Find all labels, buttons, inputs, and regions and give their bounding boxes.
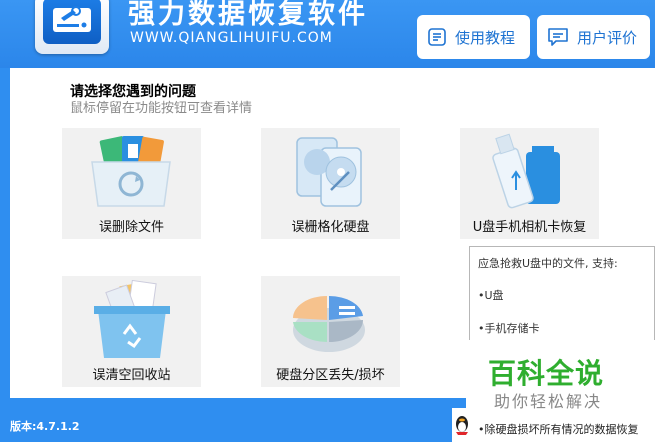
app-url: WWW.QIANGLIHUIFU.COM: [130, 30, 333, 46]
tutorial-label: 使用教程: [455, 28, 516, 47]
version-label: 版本:4.7.1.2: [10, 420, 80, 433]
comment-icon: [548, 28, 568, 46]
card-usb-recovery[interactable]: U盘手机相机卡恢复: [460, 128, 599, 239]
review-label: 用户评价: [577, 28, 638, 47]
prompt-subtitle: 鼠标停留在功能按钮可查看详情: [70, 101, 253, 116]
card-label: 误栅格化硬盘: [291, 220, 370, 235]
review-button[interactable]: 用户评价: [537, 15, 650, 59]
tooltip-item: •手机存储卡: [478, 322, 540, 335]
qq-support-button[interactable]: [452, 408, 472, 442]
tooltip-item: •U盘: [478, 289, 504, 302]
hard-drives-icon: [296, 137, 362, 207]
card-label: U盘手机相机卡恢复: [472, 220, 587, 235]
hard-drive-wrench-icon: [43, 0, 101, 44]
card-recycle-bin[interactable]: 误清空回收站: [62, 276, 201, 387]
deleted-files-folder-icon: [91, 136, 171, 207]
tooltip-item: •除硬盘损坏所有情况的数据恢复: [472, 413, 655, 442]
watermark-main: 百科全说: [488, 357, 605, 390]
recycle-bin-icon: [94, 280, 170, 358]
app-header: 强力数据恢复软件 WWW.QIANGLIHUIFU.COM 使用教程 用户评价: [0, 0, 655, 68]
usb-sd-card-icon: [492, 133, 560, 209]
card-partition-lost[interactable]: 硬盘分区丢失/损坏: [261, 276, 400, 387]
watermark-sub: 助你轻松解决: [494, 392, 603, 411]
watermark: 百科全说 助你轻松解决: [466, 340, 655, 416]
card-label: 误清空回收站: [92, 368, 171, 383]
tutorial-button[interactable]: 使用教程: [417, 15, 530, 59]
card-format-disk[interactable]: 误栅格化硬盘: [261, 128, 400, 239]
card-deleted-files[interactable]: 误删除文件: [62, 128, 201, 239]
app-title: 强力数据恢复软件: [128, 0, 368, 30]
app-logo: [35, 0, 109, 54]
card-label: 误删除文件: [98, 220, 164, 235]
qq-penguin-icon: [456, 416, 468, 435]
tooltip-intro: 应急抢救U盘中的文件, 支持:: [478, 257, 618, 270]
partition-pie-icon: [293, 295, 365, 352]
card-label: 硬盘分区丢失/损坏: [276, 368, 385, 383]
document-icon: [428, 28, 446, 46]
